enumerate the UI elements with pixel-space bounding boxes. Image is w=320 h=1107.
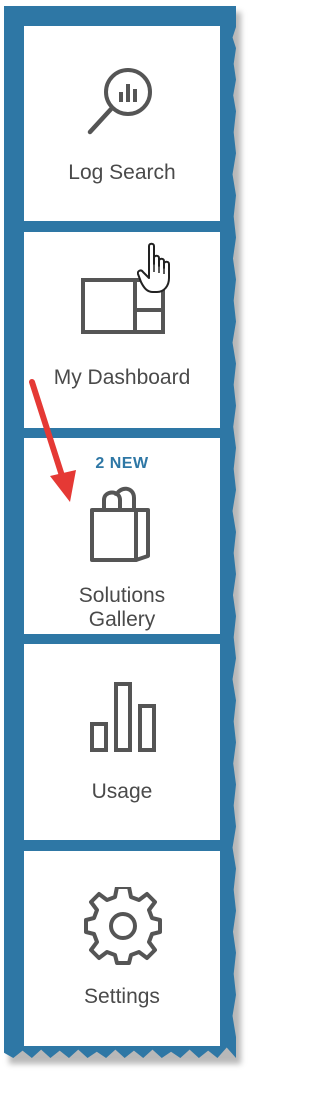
red-arrow-annotation [29,379,76,502]
log-search-icon [87,68,152,135]
tile-label-gallery: Gallery [88,608,156,631]
tile-label-solutions: Solutions [78,584,166,607]
tile-usage[interactable]: Usage [24,644,220,840]
tile-label-usage: Usage [91,780,153,803]
screenshot-canvas: Log Search My Dashboard 2 NEW Solutions … [0,0,269,1107]
hand-pointer-cursor-icon [137,242,170,293]
tile-settings[interactable]: Settings [24,851,220,1046]
bar-chart-icon [90,682,156,752]
gear-icon [84,887,162,965]
tile-log-search[interactable]: Log Search [24,26,220,221]
shopping-bag-icon [90,486,150,562]
tile-label-settings: Settings [84,985,160,1008]
tile-label-log-search: Log Search [68,161,176,184]
